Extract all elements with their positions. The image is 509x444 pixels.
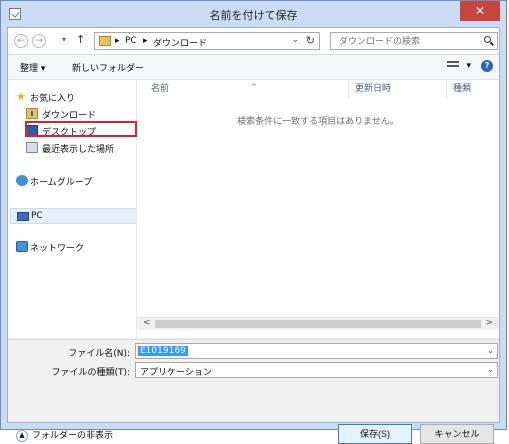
organize-button[interactable]: 整理 ▾ [20, 61, 45, 74]
save-form: ファイル名(N): E1019169 ⌄ ファイルの種類(T): アプリケーショ… [8, 339, 499, 444]
dialog-body: ← → ▾ ↑ ▸ PC ▸ ダウンロード ⌄ ↻ 整理 ▾ 新しいフォルダー [7, 27, 500, 444]
scrollbar-thumb[interactable] [155, 320, 481, 328]
sidebar-item-label: ホームグループ [30, 178, 93, 188]
desktop-highlight-annotation [25, 121, 137, 137]
filetype-select[interactable]: アプリケーション ⌄ [135, 362, 498, 378]
column-header-label: 名前 [151, 84, 170, 94]
window-title: 名前を付けて保存 [209, 9, 298, 22]
back-button[interactable]: ← [14, 34, 28, 48]
column-header-type[interactable]: 種類 [447, 80, 507, 98]
crumb-separator: ▸ [115, 36, 120, 46]
sidebar-item-recent[interactable]: 最近表示した場所 [8, 141, 136, 155]
scroll-right-arrow[interactable]: > [485, 318, 493, 328]
new-folder-button[interactable]: 新しいフォルダー [72, 61, 144, 74]
filename-dropdown-icon[interactable]: ⌄ [487, 346, 494, 355]
star-icon: ★ [16, 90, 26, 103]
title-bar: 名前を付けて保存 ✕ [1, 1, 506, 27]
address-bar[interactable]: ▸ PC ▸ ダウンロード ⌄ ↻ [94, 32, 320, 50]
search-box[interactable] [330, 32, 498, 50]
filename-label: ファイル名(N): [68, 349, 130, 359]
sidebar-item-label: PC [31, 211, 43, 221]
column-header-label: 種類 [453, 84, 472, 94]
column-header-modified[interactable]: 更新日時 [349, 80, 447, 98]
sidebar-item-network[interactable]: ネットワーク [8, 240, 136, 254]
crumb-downloads[interactable]: ダウンロード [153, 36, 207, 49]
recent-locations-dropdown[interactable]: ▾ [62, 35, 66, 44]
forward-button[interactable]: → [32, 34, 46, 48]
column-header-label: 更新日時 [355, 84, 392, 94]
up-button[interactable]: ↑ [76, 33, 85, 46]
sidebar-item-pc[interactable]: PC [10, 208, 138, 224]
cancel-button[interactable]: キャンセル [420, 424, 494, 444]
pc-icon [17, 212, 29, 221]
crumb-pc[interactable]: PC [125, 36, 137, 46]
sort-indicator: ^ [251, 83, 257, 91]
sidebar-item-label: 最近表示した場所 [42, 145, 115, 155]
address-bar-row: ← → ▾ ↑ ▸ PC ▸ ダウンロード ⌄ ↻ [8, 28, 499, 55]
sidebar-item-downloads[interactable]: ダウンロード [8, 107, 136, 121]
command-bar: 整理 ▾ 新しいフォルダー ▾ ? [8, 55, 499, 80]
hide-folders-label: フォルダーの非表示 [32, 431, 114, 441]
view-icon[interactable] [447, 61, 459, 71]
search-input[interactable] [337, 35, 481, 47]
homegroup-icon [16, 175, 28, 186]
column-header-name[interactable]: 名前 ^ [145, 80, 349, 98]
sidebar-item-favorites[interactable]: ★ お気に入り [8, 90, 136, 104]
crumb-separator: ▸ [143, 36, 148, 46]
save-as-dialog: 名前を付けて保存 ✕ ← → ▾ ↑ ▸ PC ▸ ダウンロード ⌄ ↻ ダウン… [0, 0, 507, 444]
filetype-label: ファイルの種類(T): [51, 368, 130, 378]
network-icon [16, 241, 28, 252]
filename-field[interactable]: E1019169 ⌄ [135, 343, 498, 359]
horizontal-scrollbar[interactable]: < > [137, 317, 499, 330]
filetype-dropdown-icon[interactable]: ⌄ [487, 365, 494, 374]
search-icon[interactable] [484, 36, 491, 43]
collapse-icon: ▲ [16, 429, 28, 442]
recent-places-icon [26, 142, 38, 153]
view-dropdown[interactable]: ▾ [466, 61, 471, 71]
save-button[interactable]: 保存(S) [338, 424, 412, 444]
empty-message: 検索条件に一致する項目はありません。 [237, 117, 399, 127]
sidebar-item-label: お気に入り [30, 94, 76, 104]
hide-folders-toggle[interactable]: ▲ フォルダーの非表示 [16, 428, 113, 442]
sidebar-item-label: ネットワーク [30, 244, 85, 254]
file-list: 名前 ^ 更新日時 種類 検索条件に一致する項目はありません。 [137, 80, 499, 338]
refresh-icon[interactable]: ↻ [306, 34, 315, 47]
close-button[interactable]: ✕ [460, 1, 500, 21]
sidebar-item-homegroup[interactable]: ホームグループ [8, 174, 136, 188]
download-folder-icon [26, 108, 38, 119]
sidebar-item-label: ダウンロード [42, 111, 97, 121]
filetype-value: アプリケーション [140, 368, 212, 378]
scroll-left-arrow[interactable]: < [143, 318, 151, 328]
help-icon[interactable]: ? [481, 60, 493, 72]
address-dropdown-icon[interactable]: ⌄ [291, 35, 299, 45]
folder-icon [99, 36, 111, 46]
filename-value[interactable]: E1019169 [138, 346, 188, 356]
navigation-pane: ★ お気に入り ダウンロード デスクトップ 最近表示した場所 ホームグループ P… [8, 80, 138, 338]
